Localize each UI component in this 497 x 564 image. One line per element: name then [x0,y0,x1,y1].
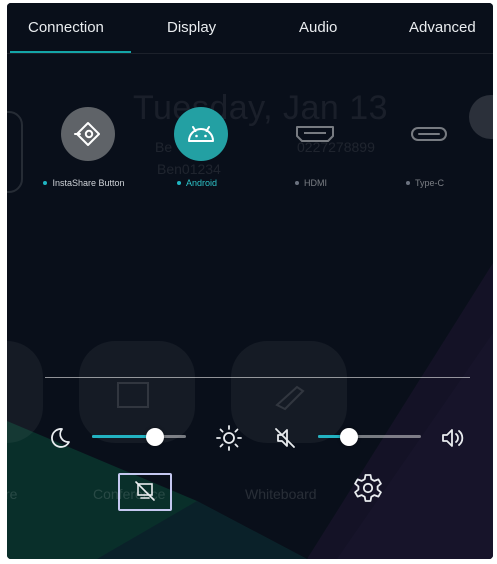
brightness-slider[interactable] [92,428,186,446]
screen-off-button[interactable] [118,473,172,511]
source-type-c[interactable]: Type-C [375,107,475,191]
source-circle [402,107,456,161]
background-widget-edge [7,111,23,193]
background-whiteboard-icon [275,385,305,411]
quick-settings-panel: Tuesday, Jan 13 Be Ben01234 0227278899 r… [7,3,493,559]
tab-bar: Connection Display Audio Advanced [7,3,493,54]
moon-icon [51,428,70,448]
source-circle [61,107,115,161]
slider-thumb[interactable] [339,428,358,446]
source-circle [288,107,342,161]
speaker-icon [442,429,464,447]
screen-off-icon [135,481,155,501]
background-app-label: re [7,486,18,502]
active-dot [43,180,48,185]
android-icon [188,126,214,142]
tab-advanced[interactable]: Advanced [409,19,476,36]
volume-slider[interactable] [318,428,421,446]
hdmi-port-icon [296,126,334,142]
wallpaper-dim [7,3,493,559]
source-hdmi[interactable]: HDMI [261,107,361,191]
source-label: Type-C [414,178,444,188]
source-circle [174,107,228,161]
type-c-port-icon [411,127,447,141]
tab-connection[interactable]: Connection [28,19,104,36]
cast-target-icon [74,122,100,146]
settings-button[interactable] [351,471,385,505]
slider-thumb[interactable] [145,428,164,446]
sun-icon [216,425,242,451]
source-android[interactable]: Android [147,107,247,191]
section-divider [45,377,470,378]
source-label: InstaShare Button [52,178,125,188]
source-label: HDMI [304,178,327,188]
background-app-label: Whiteboard [245,486,317,502]
inactive-dot [405,180,410,185]
mute-icon [275,428,295,448]
background-conference-icon [117,382,149,408]
inactive-dot [295,180,299,185]
tab-audio[interactable]: Audio [299,19,337,36]
tab-display[interactable]: Display [167,19,216,36]
gear-icon [354,474,382,502]
tab-bar-divider [7,53,493,54]
active-dot [176,180,181,185]
source-instashare-button[interactable]: InstaShare Button [34,107,134,191]
source-label: Android [185,178,218,188]
